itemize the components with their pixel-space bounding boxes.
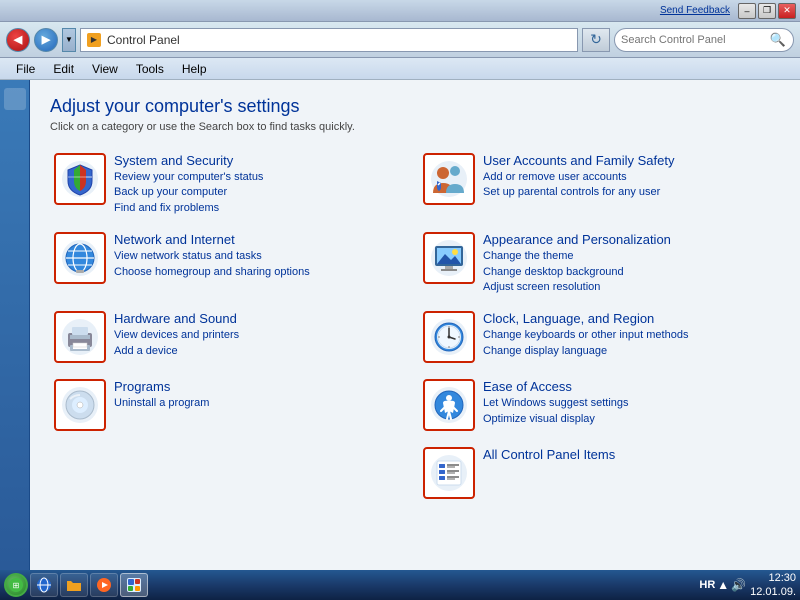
fix-problems-link[interactable]: Find and fix problems [114, 201, 263, 216]
programs-text: Programs Uninstall a program [114, 379, 209, 411]
appearance-icon [423, 232, 475, 284]
network-text: Network and Internet View network status… [114, 232, 310, 280]
search-input[interactable] [621, 34, 765, 46]
ease-of-access-icon [423, 379, 475, 431]
language-indicator: HR [699, 579, 715, 591]
categories-grid: System and Security Review your computer… [50, 149, 780, 503]
windows-suggest-link[interactable]: Let Windows suggest settings [483, 396, 629, 411]
content-area: Adjust your computer's settings Click on… [30, 80, 800, 570]
clock-icon [423, 311, 475, 363]
hardware-text: Hardware and Sound View devices and prin… [114, 311, 239, 359]
taskbar-tray-icons: HR ▲ 🔊 [699, 578, 746, 592]
network-tray-icon: ▲ [717, 578, 729, 592]
hardware-title[interactable]: Hardware and Sound [114, 311, 239, 326]
main-area: Adjust your computer's settings Click on… [0, 80, 800, 570]
date: 12.01.09. [750, 585, 796, 599]
category-system-security[interactable]: System and Security Review your computer… [50, 149, 411, 220]
all-items-text: All Control Panel Items [483, 447, 615, 464]
taskbar-folder-icon[interactable] [60, 573, 88, 597]
desktop-background-link[interactable]: Change desktop background [483, 265, 671, 280]
category-programs[interactable]: Programs Uninstall a program [50, 375, 411, 435]
category-appearance[interactable]: Appearance and Personalization Change th… [419, 228, 780, 299]
window-controls: – ❐ ✕ [738, 3, 796, 19]
hardware-icon [54, 311, 106, 363]
network-icon [54, 232, 106, 284]
programs-icon [54, 379, 106, 431]
category-all-items[interactable]: All Control Panel Items [419, 443, 780, 503]
dropdown-button[interactable]: ▼ [62, 28, 76, 52]
system-security-text: System and Security Review your computer… [114, 153, 263, 216]
start-button[interactable]: ⊞ [4, 573, 28, 597]
search-box: 🔍 [614, 28, 794, 52]
display-language-link[interactable]: Change display language [483, 344, 688, 359]
breadcrumb-folder-icon: ▶ [87, 33, 101, 47]
add-remove-accounts-link[interactable]: Add or remove user accounts [483, 170, 674, 185]
uninstall-link[interactable]: Uninstall a program [114, 396, 209, 411]
title-bar: Send Feedback – ❐ ✕ [0, 0, 800, 22]
menu-tools[interactable]: Tools [128, 60, 172, 78]
clock-title[interactable]: Clock, Language, and Region [483, 311, 688, 326]
time: 12:30 [750, 571, 796, 585]
user-accounts-title[interactable]: User Accounts and Family Safety [483, 153, 674, 168]
clock: 12:30 12.01.09. [750, 571, 796, 600]
go-button[interactable]: ↻ [582, 28, 610, 52]
parental-controls-link[interactable]: Set up parental controls for any user [483, 185, 674, 200]
menu-file[interactable]: File [8, 60, 43, 78]
devices-printers-link[interactable]: View devices and printers [114, 328, 239, 343]
system-security-icon [54, 153, 106, 205]
forward-button[interactable]: ▶ [34, 28, 58, 52]
all-items-icon [423, 447, 475, 499]
close-button[interactable]: ✕ [778, 3, 796, 19]
keyboard-methods-link[interactable]: Change keyboards or other input methods [483, 328, 688, 343]
minimize-button[interactable]: – [738, 3, 756, 19]
category-network[interactable]: Network and Internet View network status… [50, 228, 411, 299]
page-title: Adjust your computer's settings [50, 96, 780, 117]
taskbar-control-panel-icon[interactable] [120, 573, 148, 597]
appearance-title[interactable]: Appearance and Personalization [483, 232, 671, 247]
taskbar-right: HR ▲ 🔊 12:30 12.01.09. [699, 571, 796, 600]
svg-text:⊞: ⊞ [13, 581, 20, 590]
screen-resolution-link[interactable]: Adjust screen resolution [483, 280, 671, 295]
user-accounts-text: User Accounts and Family Safety Add or r… [483, 153, 674, 201]
visual-display-link[interactable]: Optimize visual display [483, 412, 629, 427]
search-icon[interactable]: 🔍 [769, 31, 787, 49]
page-subtitle: Click on a category or use the Search bo… [50, 121, 780, 133]
taskbar: ⊞ HR ▲ 🔊 [0, 570, 800, 600]
menu-help[interactable]: Help [174, 60, 215, 78]
menu-view[interactable]: View [84, 60, 126, 78]
review-status-link[interactable]: Review your computer's status [114, 170, 263, 185]
ease-of-access-text: Ease of Access Let Windows suggest setti… [483, 379, 629, 427]
address-bar: ◀ ▶ ▼ ▶ Control Panel ↻ 🔍 [0, 22, 800, 58]
category-ease-of-access[interactable]: Ease of Access Let Windows suggest setti… [419, 375, 780, 435]
add-device-link[interactable]: Add a device [114, 344, 239, 359]
user-accounts-icon [423, 153, 475, 205]
restore-button[interactable]: ❐ [758, 3, 776, 19]
breadcrumb-label: Control Panel [107, 33, 180, 47]
backup-link[interactable]: Back up your computer [114, 185, 263, 200]
category-user-accounts[interactable]: User Accounts and Family Safety Add or r… [419, 149, 780, 220]
category-hardware[interactable]: Hardware and Sound View devices and prin… [50, 307, 411, 367]
breadcrumb: ▶ Control Panel [80, 28, 578, 52]
sidebar [0, 80, 30, 570]
programs-title[interactable]: Programs [114, 379, 209, 394]
ease-of-access-title[interactable]: Ease of Access [483, 379, 629, 394]
taskbar-media-icon[interactable] [90, 573, 118, 597]
sidebar-icon [4, 88, 26, 110]
all-items-title[interactable]: All Control Panel Items [483, 447, 615, 462]
clock-text: Clock, Language, and Region Change keybo… [483, 311, 688, 359]
back-button[interactable]: ◀ [6, 28, 30, 52]
menu-edit[interactable]: Edit [45, 60, 82, 78]
category-clock[interactable]: Clock, Language, and Region Change keybo… [419, 307, 780, 367]
menu-bar: File Edit View Tools Help [0, 58, 800, 80]
network-title[interactable]: Network and Internet [114, 232, 310, 247]
speaker-icon: 🔊 [731, 578, 746, 592]
network-status-link[interactable]: View network status and tasks [114, 249, 310, 264]
change-theme-link[interactable]: Change the theme [483, 249, 671, 264]
appearance-text: Appearance and Personalization Change th… [483, 232, 671, 295]
send-feedback-link[interactable]: Send Feedback [660, 5, 730, 16]
system-security-title[interactable]: System and Security [114, 153, 263, 168]
homegroup-link[interactable]: Choose homegroup and sharing options [114, 265, 310, 280]
taskbar-ie-icon[interactable] [30, 573, 58, 597]
